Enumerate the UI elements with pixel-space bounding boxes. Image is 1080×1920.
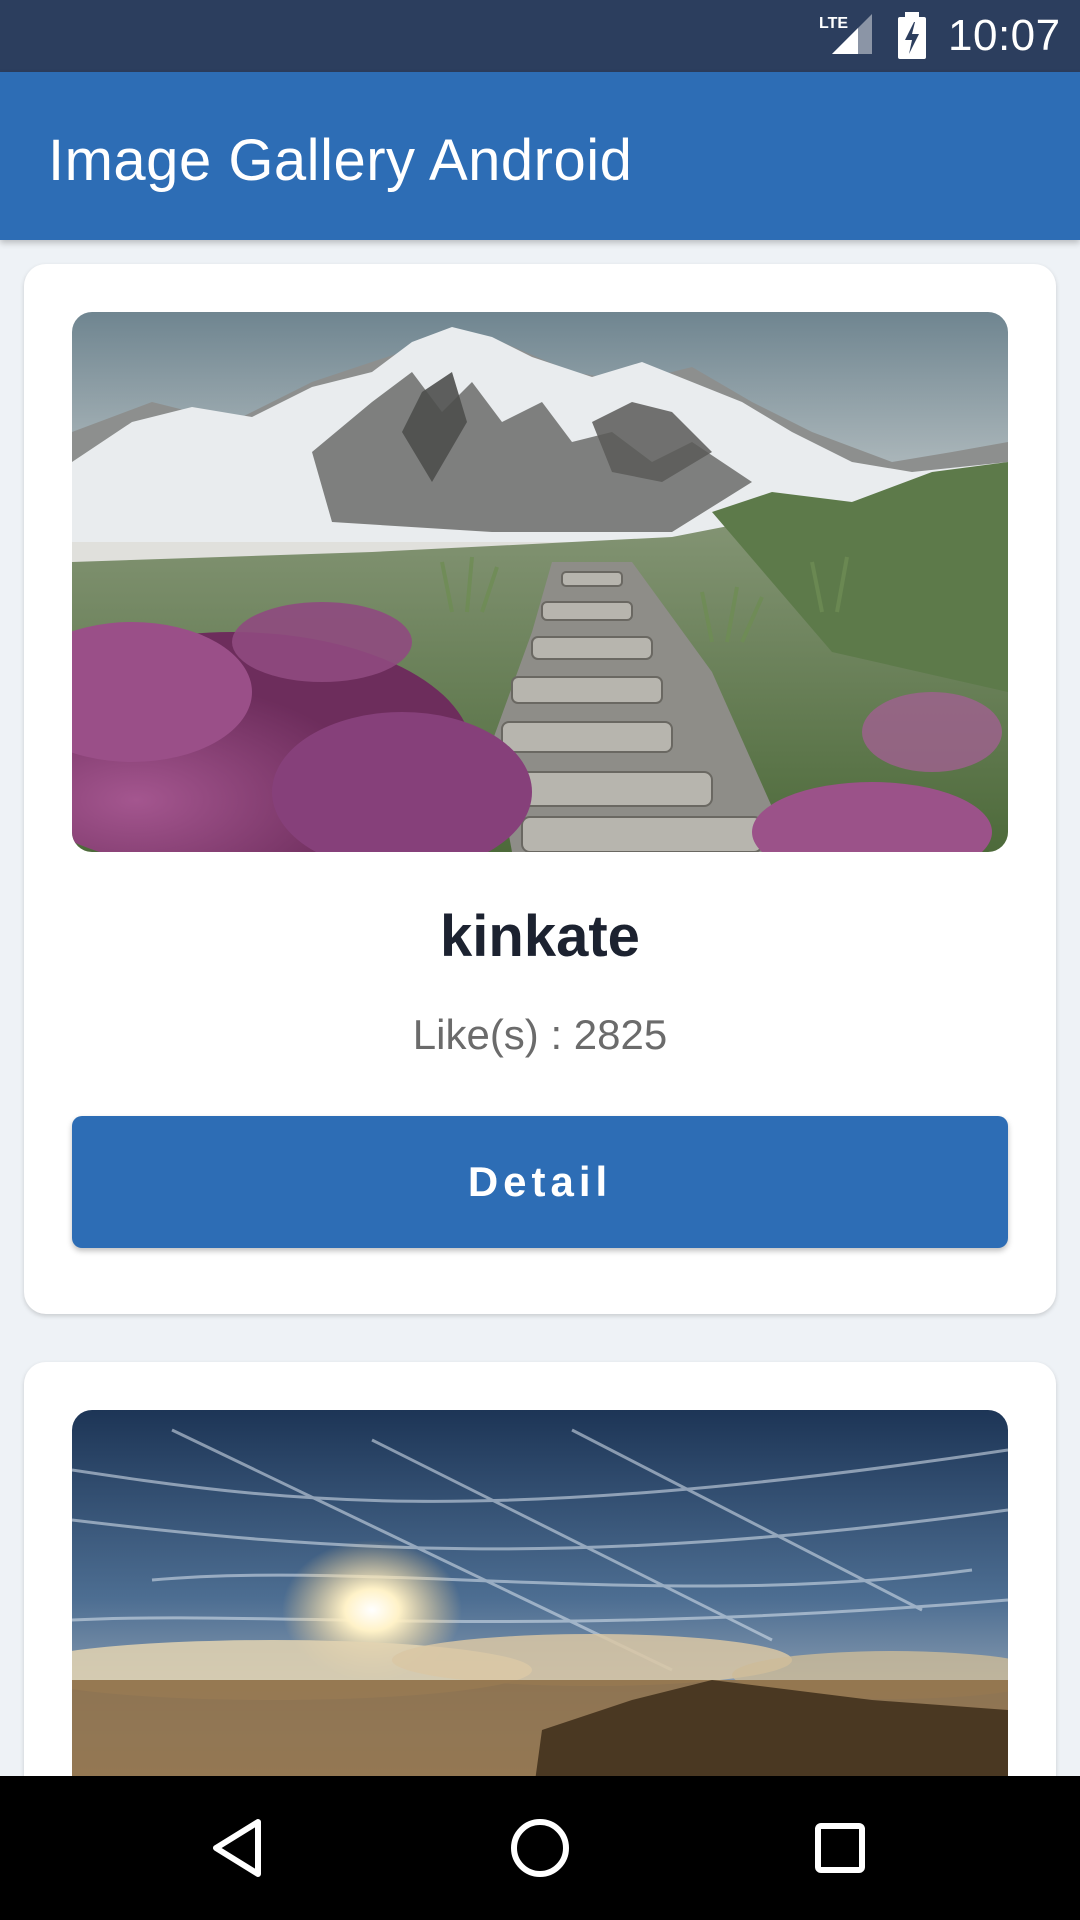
network-type-label: LTE — [819, 15, 848, 32]
back-icon[interactable] — [190, 1798, 290, 1898]
lte-signal-icon: LTE — [818, 10, 874, 56]
card-likes-count: Like(s) : 2825 — [412, 1011, 668, 1058]
screen: LTE 10:07 Image Gallery Android kinkate … — [0, 0, 1080, 1920]
card-title: kinkate — [440, 904, 640, 969]
detail-button[interactable]: Detail — [72, 1116, 1008, 1248]
app-title: Image Gallery Android — [48, 128, 633, 193]
status-bar: LTE 10:07 — [0, 0, 1080, 72]
app-bar: Image Gallery Android — [0, 72, 1080, 240]
battery-charging-icon — [896, 12, 928, 60]
recents-icon[interactable] — [790, 1798, 890, 1898]
status-clock: 10:07 — [948, 11, 1061, 60]
home-icon[interactable] — [490, 1798, 590, 1898]
gallery-card: kinkate Like(s) : 2825 Detail — [24, 264, 1056, 1314]
gallery-image-mountain-path[interactable] — [72, 312, 1008, 852]
navigation-bar — [0, 1776, 1080, 1920]
